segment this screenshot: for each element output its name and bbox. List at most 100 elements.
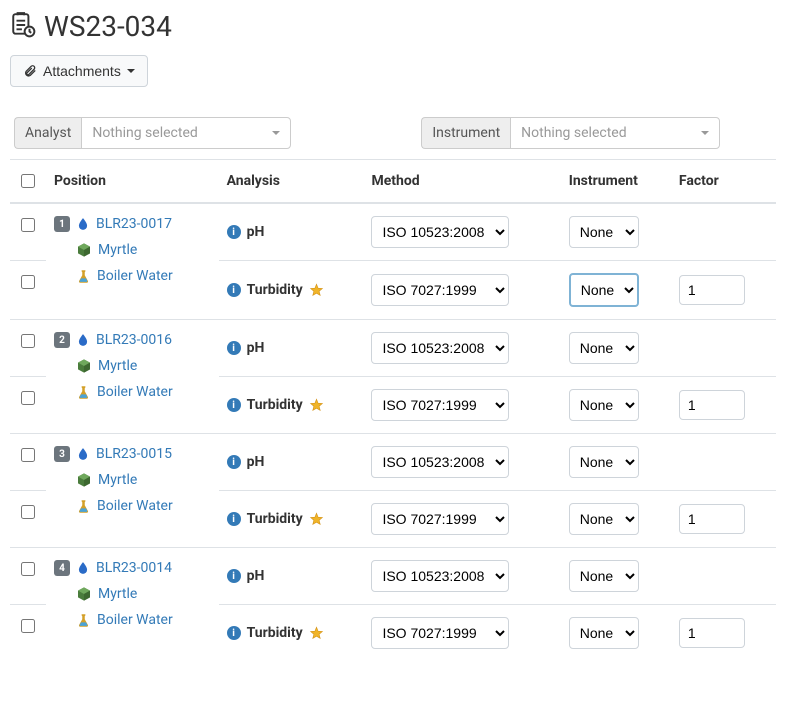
method-select[interactable]: ISO 10523:2008 [371, 446, 509, 478]
instrument-cell: None [561, 203, 671, 261]
select-all-checkbox[interactable] [21, 174, 35, 188]
row-checkbox[interactable] [21, 448, 35, 462]
instrument-cell: None [561, 491, 671, 548]
instrument-cell: None [561, 261, 671, 320]
header-position: Position [46, 160, 219, 204]
row-checkbox[interactable] [21, 562, 35, 576]
sample-id-link[interactable]: BLR23-0017 [96, 216, 172, 232]
sample-id-link[interactable]: BLR23-0014 [96, 560, 172, 576]
position-badge: 3 [54, 446, 70, 462]
instrument-select[interactable]: None [569, 446, 639, 478]
method-select[interactable]: ISO 7027:1999 [371, 503, 509, 535]
position-cell: 1BLR23-0017MyrtleBoiler Water [46, 203, 219, 320]
analyst-filter: Analyst Nothing selected [14, 117, 291, 149]
position-badge: 4 [54, 560, 70, 576]
method-select[interactable]: ISO 10523:2008 [371, 332, 509, 364]
factor-cell [671, 320, 776, 377]
method-select[interactable]: ISO 7027:1999 [371, 389, 509, 421]
position-cell: 2 BLR23-0016 Myrtle Boiler Water [46, 320, 219, 434]
instrument-filter: Instrument Nothing selected [421, 117, 720, 149]
flask-icon [76, 269, 91, 284]
method-cell: ISO 10523:2008 [363, 320, 560, 377]
sample-type-link[interactable]: Boiler Water [97, 268, 173, 284]
instrument-select[interactable]: None [569, 617, 639, 649]
instrument-cell: None [561, 377, 671, 434]
method-select[interactable]: ISO 7027:1999 [371, 274, 509, 306]
method-select[interactable]: ISO 7027:1999 [371, 617, 509, 649]
row-checkbox[interactable] [21, 619, 35, 633]
star-icon [309, 283, 324, 298]
instrument-select[interactable]: None [569, 503, 639, 535]
analysis-cell: i Turbidity [219, 605, 364, 662]
instrument-select[interactable]: None [569, 389, 639, 421]
table-header-row: Position Analysis Method Instrument Fact… [10, 160, 776, 204]
method-select[interactable]: ISO 10523:2008 [371, 216, 509, 248]
method-select[interactable]: ISO 10523:2008 [371, 560, 509, 592]
sample-id-link[interactable]: BLR23-0016 [96, 332, 172, 348]
row-checkbox[interactable] [21, 505, 35, 519]
row-checkbox[interactable] [21, 391, 35, 405]
info-icon[interactable]: i [227, 283, 241, 297]
cube-icon [76, 358, 92, 374]
factor-cell [671, 548, 776, 605]
flask-icon [76, 385, 91, 400]
instrument-filter-select[interactable]: Nothing selected [510, 117, 720, 149]
sample-type-link[interactable]: Boiler Water [97, 612, 173, 628]
instrument-select[interactable]: None [569, 560, 639, 592]
info-icon[interactable]: i [227, 626, 241, 640]
analysis-name: Turbidity [247, 625, 303, 641]
client-link[interactable]: Myrtle [98, 358, 137, 374]
info-icon[interactable]: i [227, 225, 241, 239]
analysis-cell: ipH [219, 320, 364, 377]
position-cell: 4 BLR23-0014 Myrtle Boiler Water [46, 548, 219, 662]
client-link[interactable]: Myrtle [98, 472, 137, 488]
info-icon[interactable]: i [227, 512, 241, 526]
flask-icon [76, 499, 91, 514]
client-link[interactable]: Myrtle [98, 242, 137, 258]
position-badge: 2 [54, 332, 70, 348]
method-cell: ISO 7027:1999 [363, 261, 560, 320]
table-row: 3BLR23-0015MyrtleBoiler WateripHISO 1052… [10, 434, 776, 491]
instrument-select[interactable]: None [569, 216, 639, 248]
analyst-filter-value: Nothing selected [92, 125, 197, 141]
analysis-name: pH [247, 224, 265, 240]
info-icon[interactable]: i [227, 398, 241, 412]
worksheet-icon [10, 12, 36, 42]
analysis-cell: iTurbidity [219, 491, 364, 548]
factor-input[interactable] [679, 618, 745, 648]
row-checkbox[interactable] [21, 334, 35, 348]
attachments-button[interactable]: Attachments [10, 55, 148, 87]
drop-icon [76, 217, 90, 231]
table-row: 1BLR23-0017MyrtleBoiler WateripHISO 1052… [10, 203, 776, 261]
client-link[interactable]: Myrtle [98, 586, 137, 602]
sample-id-link[interactable]: BLR23-0015 [96, 446, 172, 462]
analysis-name: Turbidity [247, 397, 303, 413]
factor-input[interactable] [679, 275, 745, 305]
factor-cell [671, 434, 776, 491]
analysis-cell: iTurbidity [219, 261, 364, 320]
info-icon[interactable]: i [227, 455, 241, 469]
info-icon[interactable]: i [227, 569, 241, 583]
instrument-cell: None [561, 434, 671, 491]
sample-type-link[interactable]: Boiler Water [97, 498, 173, 514]
caret-down-icon [272, 131, 280, 135]
info-icon[interactable]: i [227, 341, 241, 355]
instrument-select[interactable]: None [569, 273, 639, 307]
method-cell: ISO 7027:1999 [363, 377, 560, 434]
instrument-cell: None [561, 548, 671, 605]
factor-input[interactable] [679, 390, 745, 420]
row-checkbox[interactable] [21, 275, 35, 289]
row-checkbox[interactable] [21, 218, 35, 232]
analysis-cell: ipH [219, 203, 364, 261]
instrument-cell: None [561, 320, 671, 377]
results-table: Position Analysis Method Instrument Fact… [10, 159, 776, 661]
factor-cell [671, 605, 776, 662]
factor-input[interactable] [679, 504, 745, 534]
filter-row: Analyst Nothing selected Instrument Noth… [10, 117, 776, 149]
analyst-filter-select[interactable]: Nothing selected [81, 117, 291, 149]
table-row: 2BLR23-0016MyrtleBoiler WateripHISO 1052… [10, 320, 776, 377]
method-cell: ISO 7027:1999 [363, 605, 560, 662]
instrument-select[interactable]: None [569, 332, 639, 364]
sample-type-link[interactable]: Boiler Water [97, 384, 173, 400]
cube-icon [76, 472, 92, 488]
